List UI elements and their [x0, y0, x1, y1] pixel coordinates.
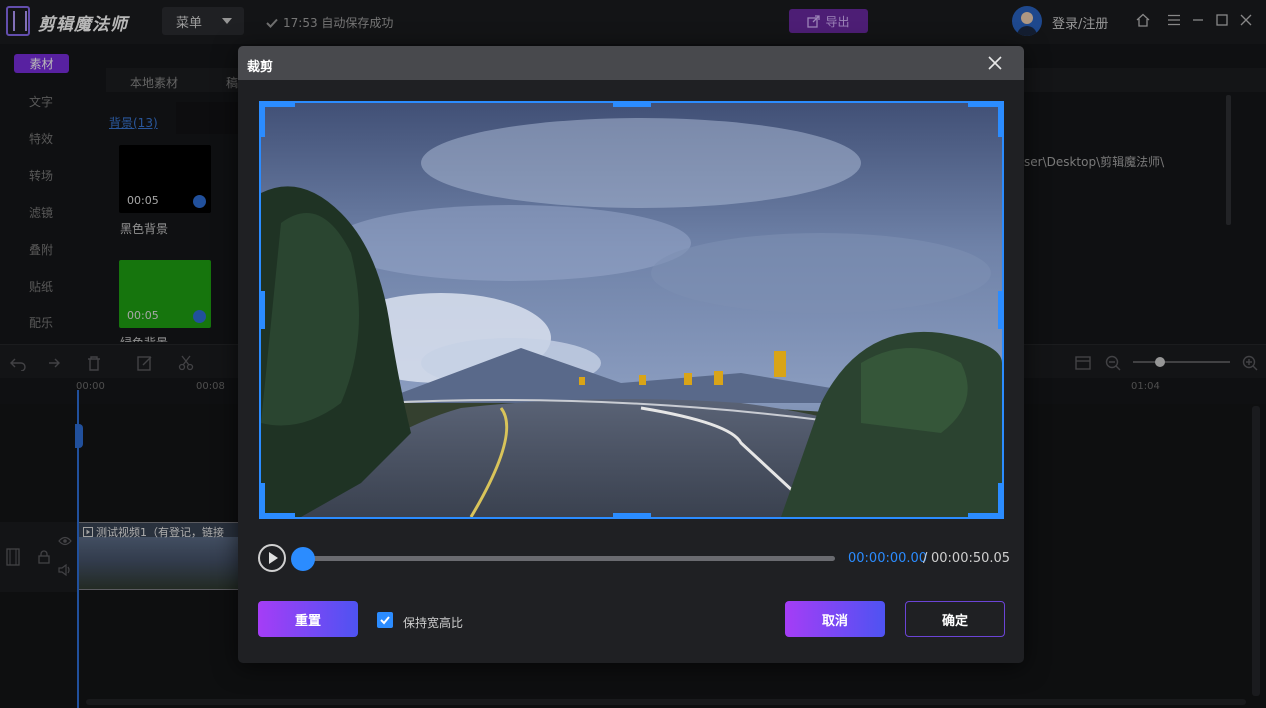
- crop-preview[interactable]: [259, 101, 1004, 519]
- crop-handle-top-right[interactable]: [968, 103, 1002, 107]
- total-time: 00:00:50.05: [931, 551, 1011, 566]
- crop-handle-top[interactable]: [613, 103, 651, 107]
- crop-handle-bottom-right[interactable]: [968, 513, 1002, 517]
- check-icon: [380, 616, 390, 625]
- dialog-title: 裁剪: [247, 60, 274, 75]
- crop-handle-top-left-v[interactable]: [261, 103, 265, 137]
- play-button[interactable]: [258, 544, 286, 572]
- keep-ratio-label[interactable]: 保持宽高比: [403, 614, 463, 631]
- crop-handle-bottom-right-v[interactable]: [998, 483, 1002, 517]
- crop-dialog: 裁剪 00:00:00.00 / 00:00:50.05 重置 保持宽高比 取消…: [238, 46, 1024, 663]
- video-frame-image: [261, 103, 1002, 517]
- confirm-button[interactable]: 确定: [905, 601, 1005, 637]
- seek-bar[interactable]: [300, 556, 835, 561]
- crop-handle-bottom-left[interactable]: [261, 513, 295, 517]
- crop-handle-bottom[interactable]: [613, 513, 651, 517]
- seek-handle[interactable]: [291, 547, 315, 571]
- current-time: 00:00:00.00: [848, 551, 928, 566]
- crop-handle-top-right-v[interactable]: [998, 103, 1002, 137]
- reset-button[interactable]: 重置: [258, 601, 358, 637]
- cancel-button[interactable]: 取消: [785, 601, 885, 637]
- crop-handle-bottom-left-v[interactable]: [261, 483, 265, 517]
- crop-handle-left[interactable]: [261, 291, 265, 329]
- dialog-header: 裁剪: [238, 46, 1024, 80]
- crop-handle-right[interactable]: [998, 291, 1002, 329]
- keep-ratio-checkbox[interactable]: [377, 612, 393, 628]
- time-separator: /: [923, 551, 928, 566]
- close-icon[interactable]: [986, 54, 1004, 72]
- crop-handle-top-left[interactable]: [261, 103, 295, 107]
